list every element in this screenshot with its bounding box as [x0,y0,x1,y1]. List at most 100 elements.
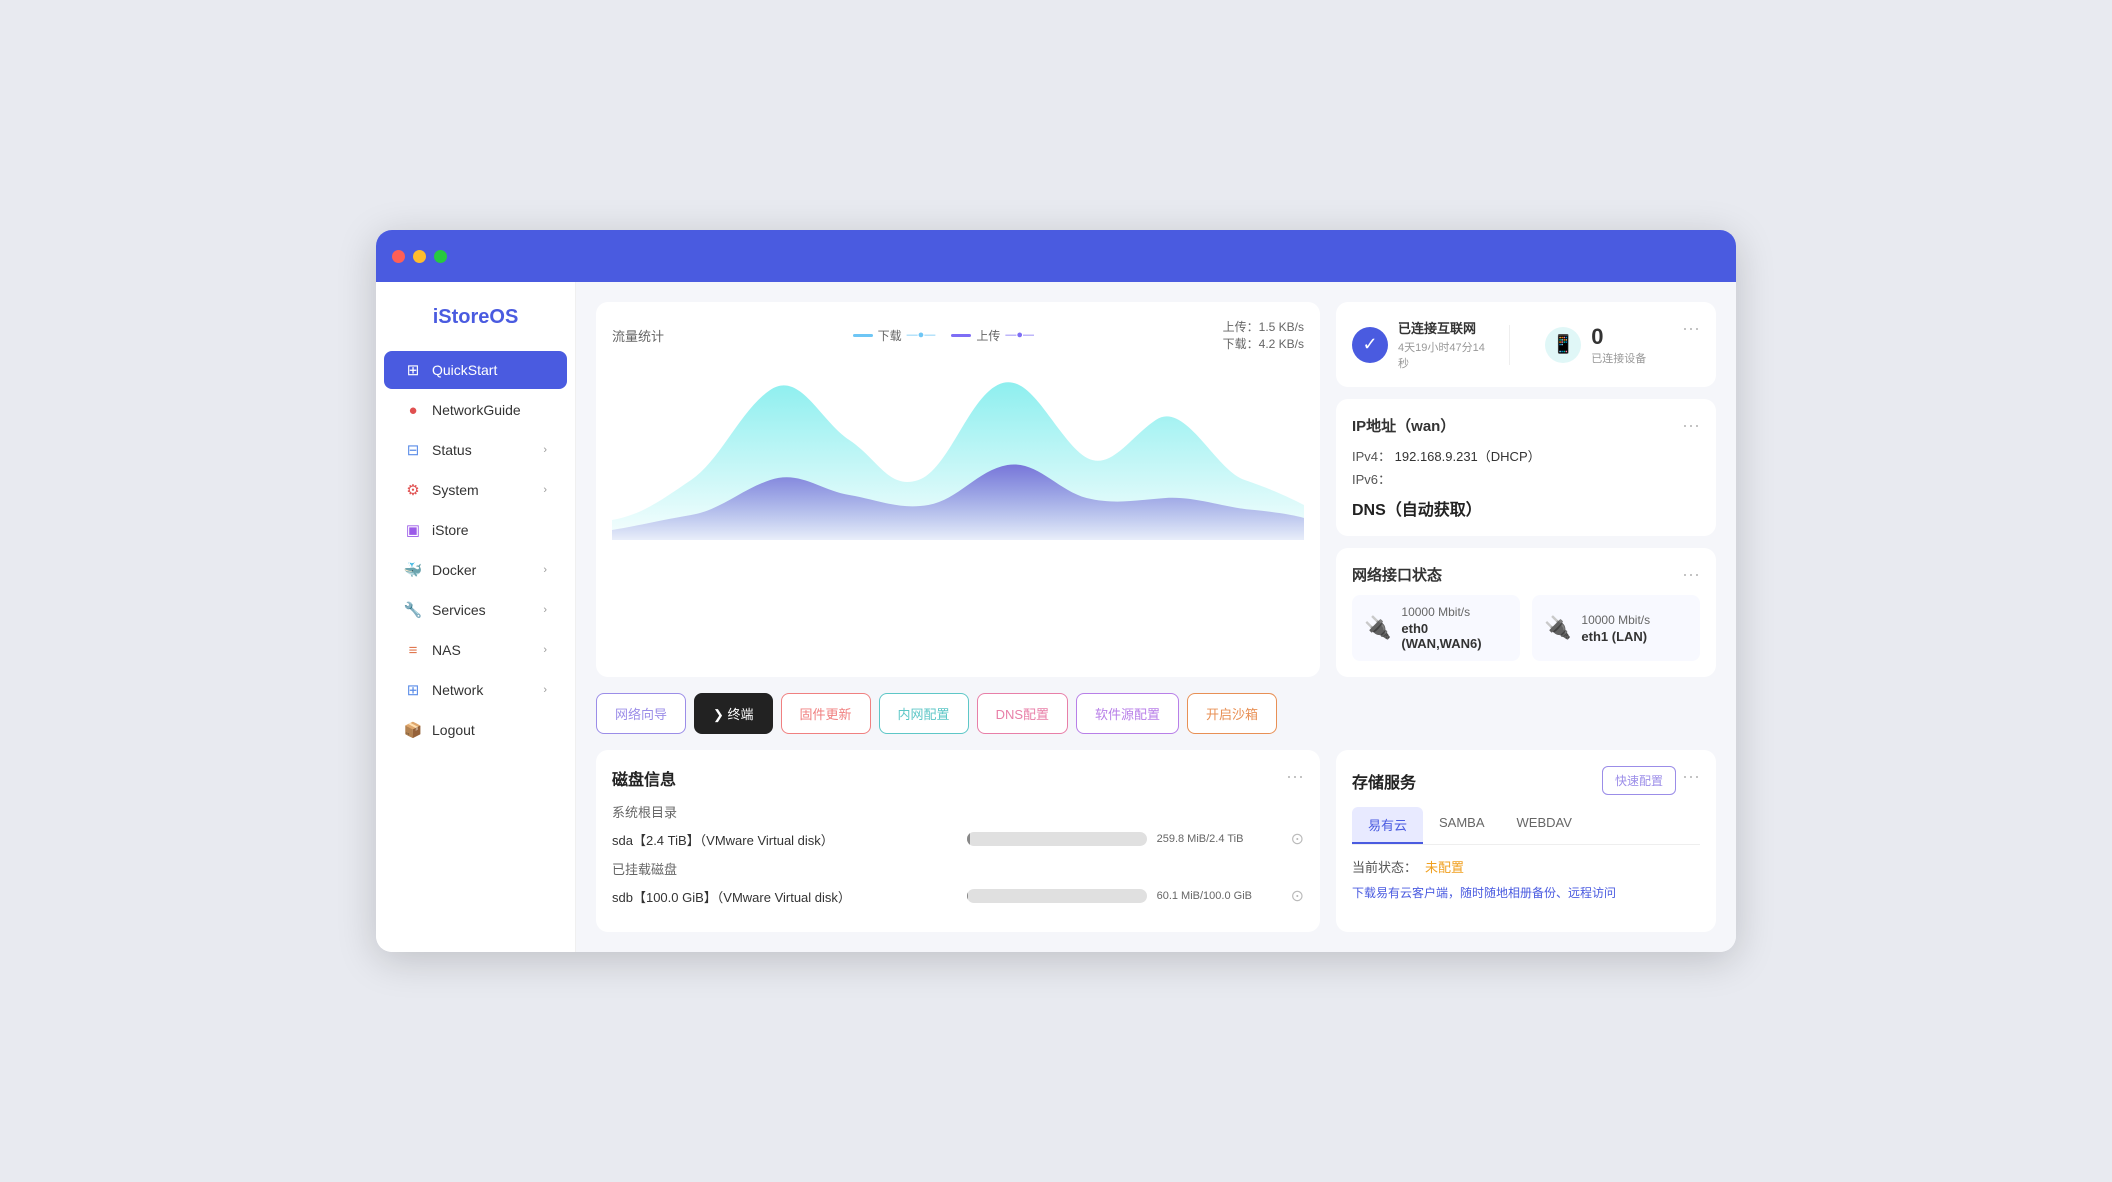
eth1-info: 10000 Mbit/s eth1 (LAN) [1581,613,1650,644]
docker-icon: 🐳 [404,561,422,579]
traffic-legend: 下载 —●— 上传 —●— [853,327,1034,344]
sidebar-item-logout[interactable]: 📦 Logout [384,711,567,749]
interface-more-button[interactable]: ··· [1682,564,1700,585]
connection-status-card: ✓ 已连接互联网 4天19小时47分14秒 📱 0 [1336,302,1716,387]
interface-card-header: 网络接口状态 ··· [1352,564,1700,585]
sidebar-item-services[interactable]: 🔧 Services › [384,591,567,629]
status-row: ✓ 已连接互联网 4天19小时47分14秒 📱 0 [1352,318,1700,371]
traffic-speed: 上传：1.5 KB/s 下载：4.2 KB/s [1223,318,1304,352]
sidebar-item-quickstart[interactable]: ⊞ QuickStart [384,351,567,389]
system-icon: ⚙ [404,481,422,499]
dns-config-button[interactable]: DNS配置 [977,693,1068,734]
status-icon: ⊟ [404,441,422,459]
storage-more-button[interactable]: ··· [1682,766,1700,787]
bottom-section: 磁盘信息 ··· 系统根目录 sda【2.4 TiB】（VMware Virtu… [596,750,1716,932]
sidebar-item-docker[interactable]: 🐳 Docker › [384,551,567,589]
chevron-right-icon: › [543,684,547,696]
close-button[interactable] [392,250,405,263]
storage-header: 存储服务 快速配置 ··· [1352,766,1700,795]
nas-icon: ≡ [404,641,422,659]
disk-card: 磁盘信息 ··· 系统根目录 sda【2.4 TiB】（VMware Virtu… [596,750,1320,932]
eth1-icon: 🔌 [1544,615,1571,641]
chevron-right-icon: › [543,484,547,496]
storage-tabs: 易有云 SAMBA WEBDAV [1352,807,1700,845]
disk-header: 磁盘信息 ··· [612,766,1304,790]
services-icon: 🔧 [404,601,422,619]
chevron-right-icon: › [543,564,547,576]
sandbox-button[interactable]: 开启沙箱 [1187,693,1277,734]
istore-icon: ▣ [404,521,422,539]
quickstart-icon: ⊞ [404,361,422,379]
networkguide-icon: ● [404,401,422,419]
ip-card-header: IP地址（wan） ··· [1352,415,1700,436]
sidebar-item-nas[interactable]: ≡ NAS › [384,631,567,669]
firmware-button[interactable]: 固件更新 [781,693,871,734]
traffic-card: 流量统计 下载 —●— 上传 —●— [596,302,1320,677]
legend-line-down [853,334,873,337]
sdb-row: sdb【100.0 GiB】（VMware Virtual disk） 60.1… [612,886,1304,906]
network-icon: ⊞ [404,681,422,699]
tab-yiyuyun[interactable]: 易有云 [1352,807,1423,844]
terminal-button[interactable]: ❯ 终端 [694,693,773,734]
tab-samba[interactable]: SAMBA [1423,807,1501,844]
sda-row: sda【2.4 TiB】（VMware Virtual disk） 259.8 … [612,829,1304,849]
window-controls [392,250,447,263]
disk-more-button[interactable]: ··· [1286,766,1304,787]
interface-row: 🔌 10000 Mbit/s eth0 (WAN,WAN6) 🔌 10000 M… [1352,595,1700,661]
right-panel: ✓ 已连接互联网 4天19小时47分14秒 📱 0 [1336,302,1716,677]
software-source-button[interactable]: 软件源配置 [1076,693,1179,734]
eth0-icon: 🔌 [1364,615,1391,641]
sidebar-item-system[interactable]: ⚙ System › [384,471,567,509]
chevron-right-icon: › [543,444,547,456]
eth0-item: 🔌 10000 Mbit/s eth0 (WAN,WAN6) [1352,595,1520,661]
storage-status-row: 当前状态： 未配置 [1352,857,1700,876]
traffic-title: 流量统计 [612,326,664,345]
sdb-bar [967,889,969,903]
sidebar-item-network[interactable]: ⊞ Network › [384,671,567,709]
intranet-button[interactable]: 内网配置 [879,693,969,734]
app-logo: iStoreOS [376,294,575,349]
chevron-right-icon: › [543,604,547,616]
sidebar-item-status[interactable]: ⊟ Status › [384,431,567,469]
quick-config-button[interactable]: 快速配置 [1602,766,1676,795]
sidebar: iStoreOS ⊞ QuickStart ● NetworkGuide ⊟ S… [376,282,576,952]
main-content: 流量统计 下载 —●— 上传 —●— [576,282,1736,952]
main-window: iStoreOS ⊞ QuickStart ● NetworkGuide ⊟ S… [376,230,1736,952]
storage-card: 存储服务 快速配置 ··· 易有云 SAMBA WEBDAV 当前状态： 未配置 [1336,750,1716,932]
titlebar [376,230,1736,282]
storage-header-right: 快速配置 ··· [1602,766,1700,795]
ip-info-card: IP地址（wan） ··· IPv4： 192.168.9.231（DHCP） … [1336,399,1716,536]
minimize-button[interactable] [413,250,426,263]
device-icon: 📱 [1545,327,1581,363]
traffic-chart [612,360,1304,540]
legend-line-up [951,334,971,337]
network-guide-button[interactable]: 网络向导 [596,693,686,734]
action-buttons: 网络向导 ❯ 终端 固件更新 内网配置 DNS配置 软件源配置 开启沙箱 [596,693,1716,734]
internet-status: ✓ 已连接互联网 4天19小时47分14秒 [1352,318,1493,371]
ipv4-row: IPv4： 192.168.9.231（DHCP） [1352,446,1700,465]
sda-bar-wrap [967,832,1147,846]
chevron-right-icon: › [543,644,547,656]
ip-more-button[interactable]: ··· [1682,415,1700,436]
sdb-more-button[interactable]: ⊙ [1291,886,1304,906]
device-info: 📱 0 已连接设备 [1526,324,1667,366]
connected-icon: ✓ [1352,327,1388,363]
vertical-divider [1509,325,1510,365]
sda-more-button[interactable]: ⊙ [1291,829,1304,849]
status-more-button[interactable]: ··· [1682,318,1700,339]
sidebar-item-istore[interactable]: ▣ iStore [384,511,567,549]
eth0-info: 10000 Mbit/s eth0 (WAN,WAN6) [1401,605,1508,651]
sdb-bar-wrap [967,889,1147,903]
connection-text: 已连接互联网 4天19小时47分14秒 [1398,318,1493,371]
sidebar-item-networkguide[interactable]: ● NetworkGuide [384,391,567,429]
legend-upload: 上传 —●— [951,327,1034,344]
maximize-button[interactable] [434,250,447,263]
sda-bar [967,832,971,846]
legend-download: 下载 —●— [853,327,936,344]
ipv6-row: IPv6： [1352,469,1700,488]
traffic-header: 流量统计 下载 —●— 上传 —●— [612,318,1304,352]
interface-card: 网络接口状态 ··· 🔌 10000 Mbit/s eth0 (WAN,WAN6… [1336,548,1716,677]
tab-webdav[interactable]: WEBDAV [1501,807,1588,844]
logout-icon: 📦 [404,721,422,739]
main-layout: iStoreOS ⊞ QuickStart ● NetworkGuide ⊟ S… [376,282,1736,952]
